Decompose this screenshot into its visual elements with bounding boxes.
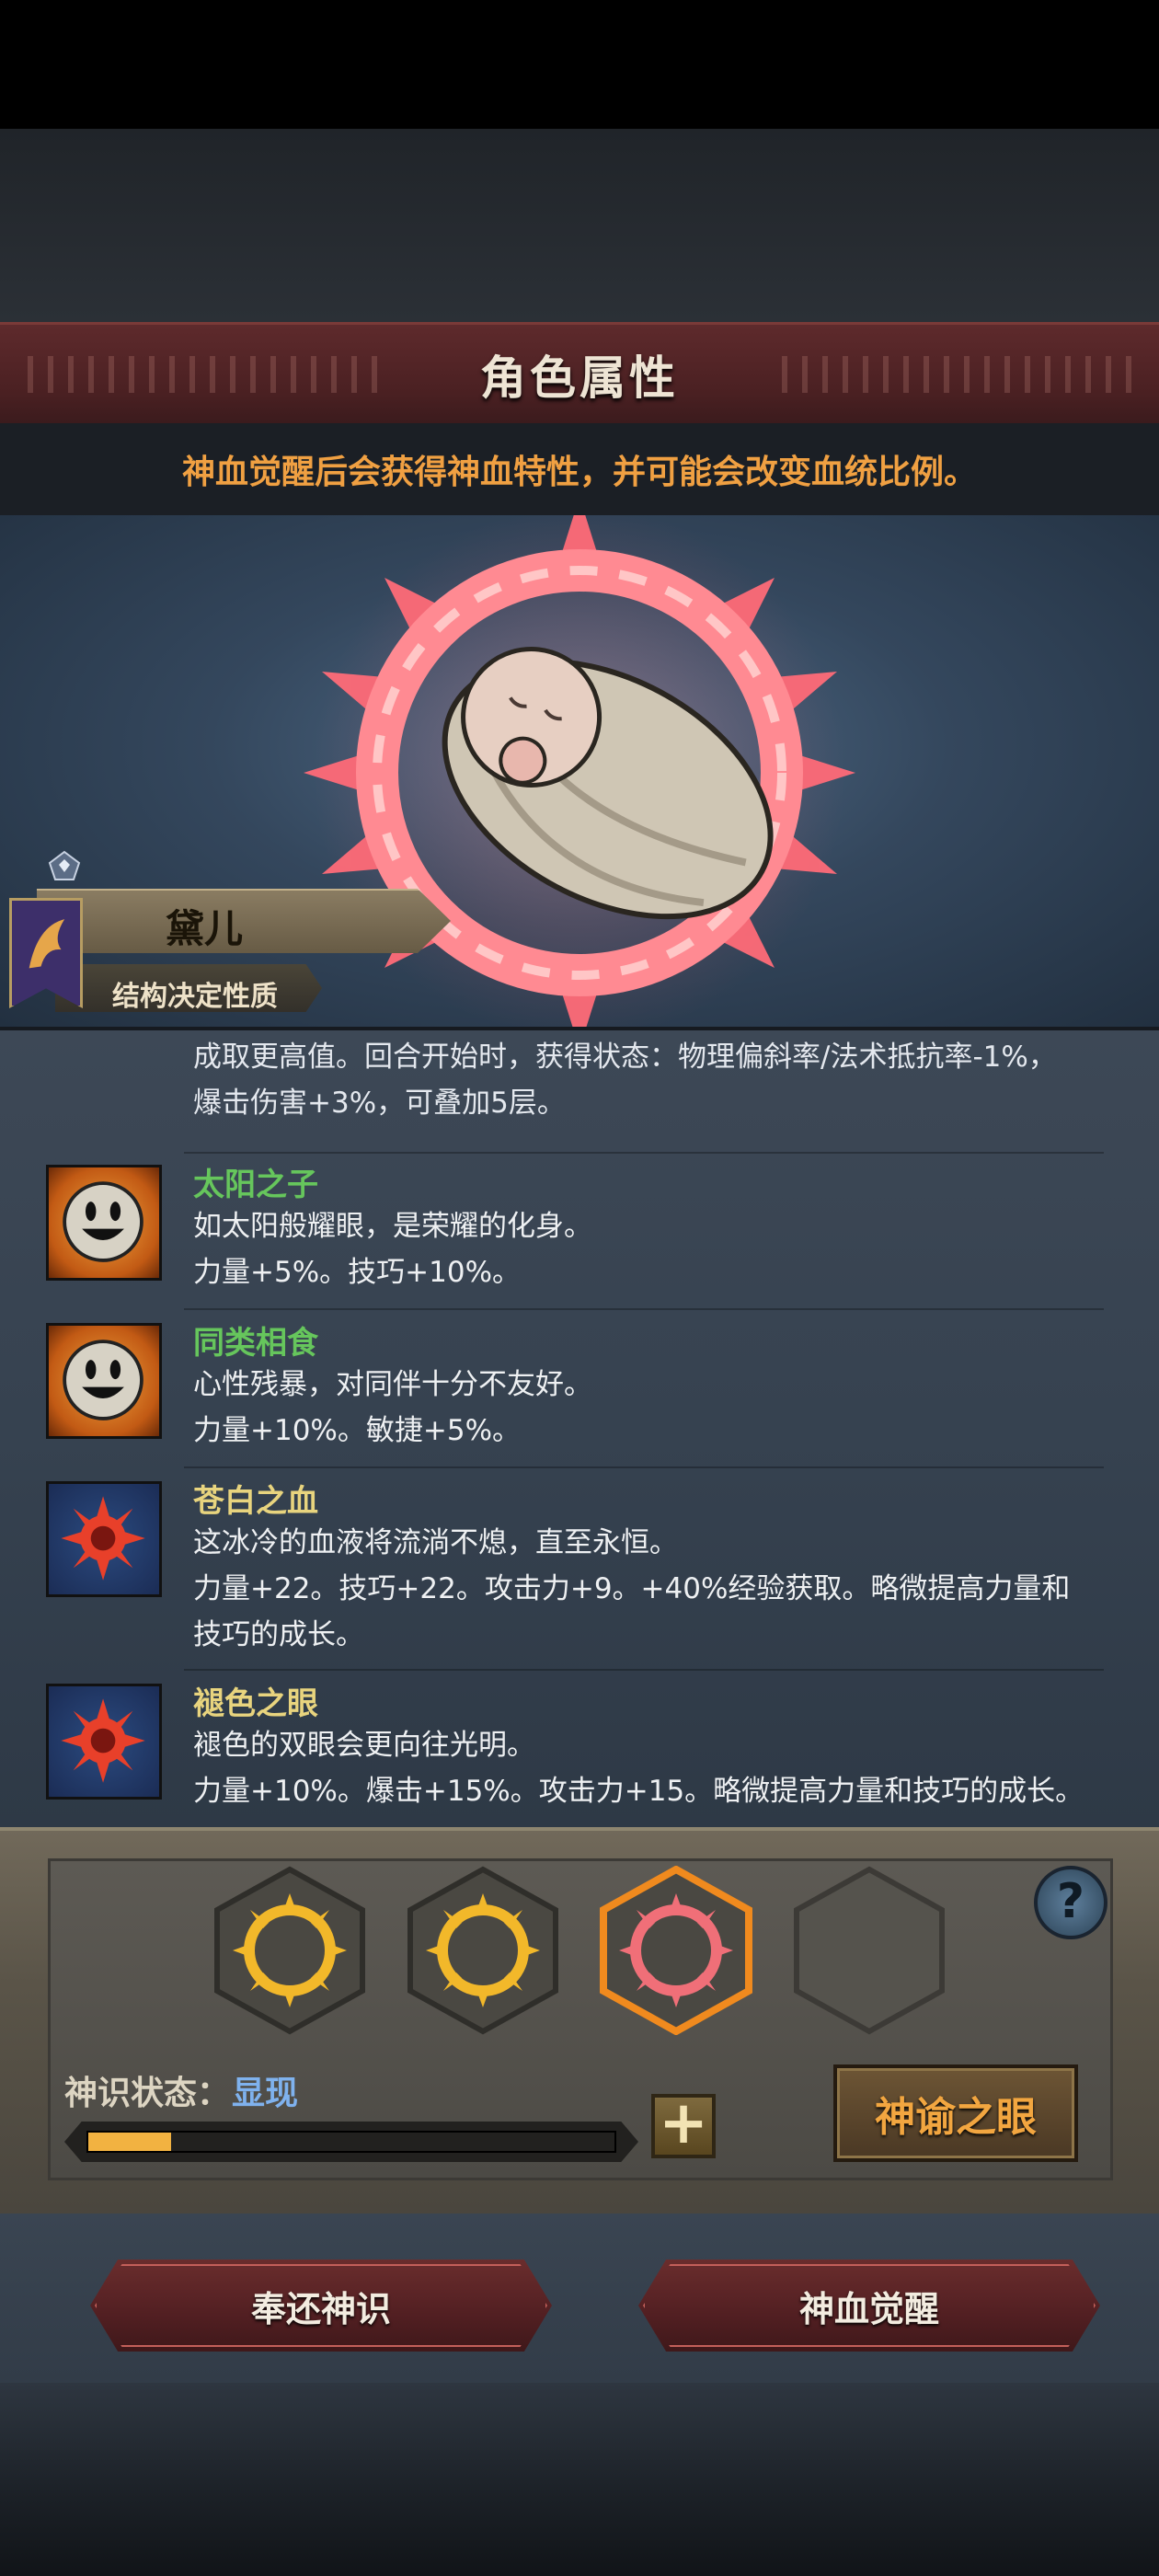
trait-desc: 这冰冷的血液将流淌不熄，直至永恒。 bbox=[193, 1526, 678, 1559]
trait-desc-line: 成取更高值。回合开始时，获得状态：物理偏斜率/法术抵抗率-1%， bbox=[193, 1041, 1057, 1074]
blood-awaken-label: 神血觉醒 bbox=[798, 2288, 939, 2329]
trait-divider bbox=[184, 1152, 1104, 1154]
add-divine-sense-button[interactable]: + bbox=[651, 2094, 716, 2158]
gold-sun-ring-icon[interactable] bbox=[405, 1866, 561, 2035]
trait-name: 太阳之子 bbox=[193, 1167, 318, 1203]
red-sun-ring-icon[interactable] bbox=[598, 1866, 754, 2035]
trait-effect-cont: 技巧的成长。 bbox=[193, 1618, 364, 1651]
trait-name: 褪色之眼 bbox=[193, 1685, 318, 1722]
backdrop bbox=[0, 129, 1159, 322]
divine-sense-status-label: 神识状态： bbox=[64, 2075, 231, 2112]
name-plate bbox=[37, 889, 451, 953]
trait-name: 苍白之血 bbox=[193, 1483, 318, 1520]
ornament-left bbox=[28, 356, 377, 393]
smiley-sun-icon bbox=[46, 1165, 162, 1281]
divine-sense-status-value: 显现 bbox=[232, 2075, 299, 2112]
gold-sun-ring-icon[interactable] bbox=[212, 1866, 368, 2035]
trait-desc-clipped: 成取更高值。回合开始时，获得状态：物理偏斜率/法术抵抗率-1%， 爆击伤害+3%… bbox=[193, 1034, 1113, 1126]
ornament-right bbox=[782, 356, 1131, 393]
oracle-eye-label: 神谕之眼 bbox=[875, 2094, 1037, 2141]
blood-sigil-icon bbox=[46, 1684, 162, 1800]
blood-sigil-icon bbox=[46, 1481, 162, 1597]
trait-list[interactable]: 成取更高值。回合开始时，获得状态：物理偏斜率/法术抵抗率-1%， 爆击伤害+3%… bbox=[0, 1027, 1159, 1827]
trait-effect: 力量+5%。技巧+10%。 bbox=[193, 1256, 522, 1289]
character-class: 结构决定性质 bbox=[112, 981, 278, 1013]
return-divine-sense-button[interactable]: 奉还神识 bbox=[90, 2260, 552, 2352]
smiley-sun-icon bbox=[46, 1323, 162, 1439]
return-divine-sense-label: 奉还神识 bbox=[250, 2288, 391, 2329]
trait-name: 同类相食 bbox=[193, 1325, 318, 1362]
empty-hex-slot[interactable] bbox=[791, 1866, 947, 2035]
page-title: 角色属性 bbox=[480, 351, 679, 405]
divine-sense-progress-bar bbox=[64, 2122, 638, 2162]
progress-track bbox=[86, 2131, 616, 2153]
trait-effect: 力量+10%。敏捷+5%。 bbox=[193, 1414, 522, 1447]
hint-bar: 神血觉醒后会获得神血特性，并可能会改变血统比例。 bbox=[0, 423, 1159, 515]
bottom-backdrop bbox=[0, 2383, 1159, 2576]
oracle-eye-button[interactable]: 神谕之眼 bbox=[833, 2064, 1078, 2162]
dragon-crest-icon bbox=[29, 919, 65, 969]
character-name: 黛儿 bbox=[166, 906, 244, 951]
trait-desc-line: 爆击伤害+3%，可叠加5层。 bbox=[193, 1087, 566, 1120]
trait-desc: 如太阳般耀眼，是荣耀的化身。 bbox=[193, 1210, 592, 1243]
class-plate: 结构决定性质 bbox=[55, 964, 322, 1012]
trait-divider bbox=[184, 1308, 1104, 1310]
rank-emblem-icon bbox=[48, 850, 81, 880]
help-button[interactable]: ? bbox=[1034, 1866, 1107, 1939]
blood-awaken-button[interactable]: 神血觉醒 bbox=[638, 2260, 1100, 2352]
trait-divider bbox=[184, 1669, 1104, 1671]
trait-effect: 力量+10%。爆击+15%。攻击力+15。略微提高力量和技巧的成长。 bbox=[193, 1775, 1084, 1808]
trait-desc: 褪色的双眼会更向往光明。 bbox=[193, 1729, 535, 1762]
status-bar-area bbox=[0, 0, 1159, 129]
trait-divider bbox=[184, 1466, 1104, 1468]
trait-desc: 心性残暴，对同伴十分不友好。 bbox=[193, 1368, 592, 1401]
hint-text: 神血觉醒后会获得神血特性，并可能会改变血统比例。 bbox=[181, 454, 977, 491]
title-banner: 角色属性 bbox=[0, 322, 1159, 423]
trait-effect: 力量+22。技巧+22。攻击力+9。+40%经验获取。略微提高力量和 bbox=[193, 1572, 1071, 1605]
